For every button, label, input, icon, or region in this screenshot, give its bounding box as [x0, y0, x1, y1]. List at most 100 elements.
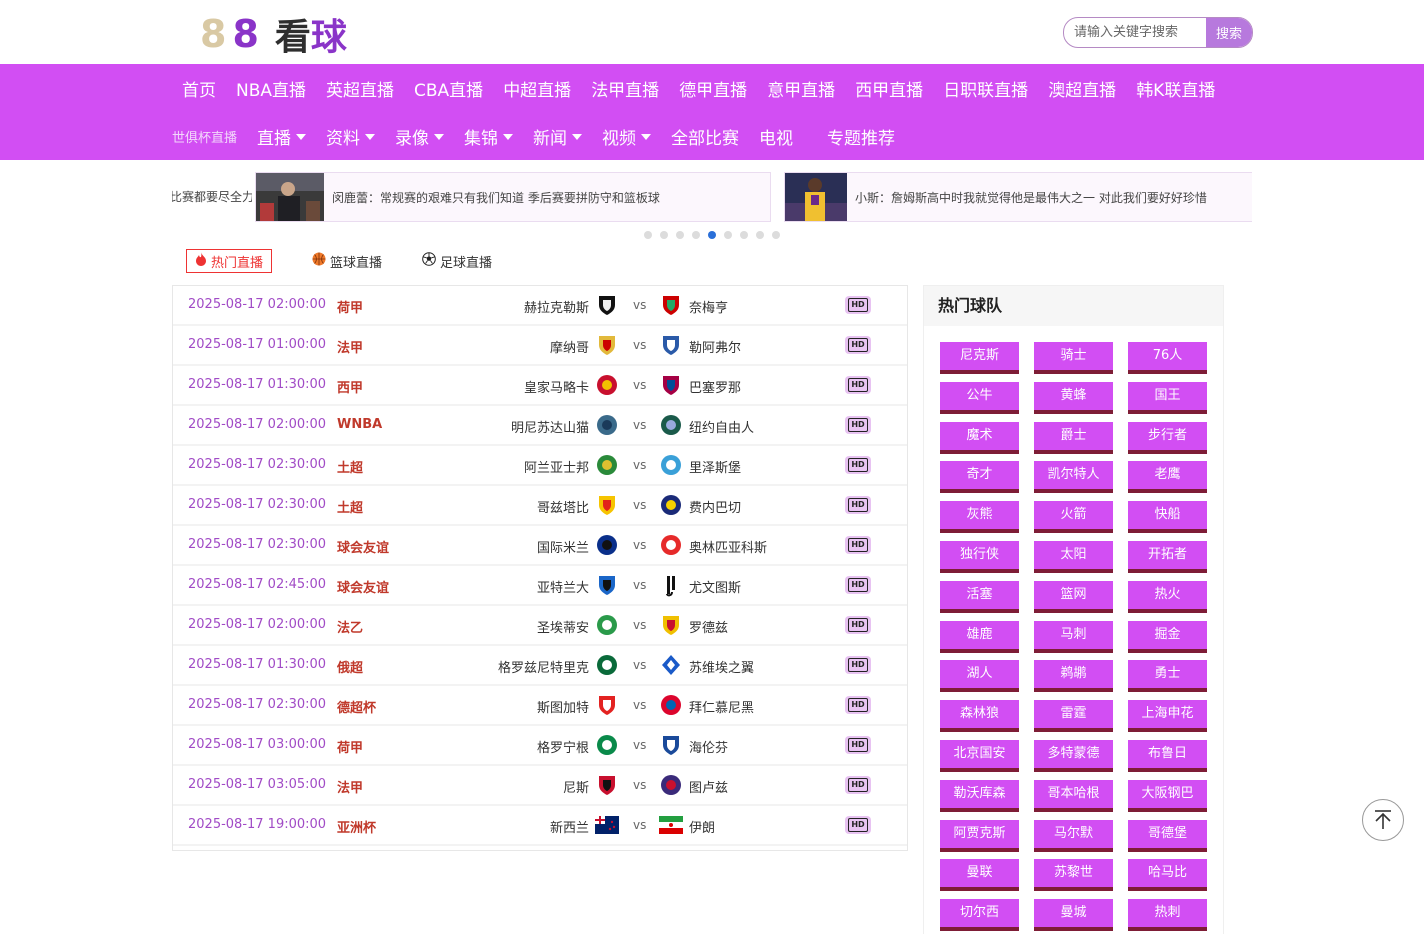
team-button[interactable]: 快船: [1128, 501, 1207, 534]
home-team-name[interactable]: 赫拉克勒斯: [524, 297, 589, 316]
away-team-name[interactable]: 里泽斯堡: [689, 457, 741, 476]
away-team-name[interactable]: 尤文图斯: [689, 577, 741, 596]
team-button[interactable]: 北京国安: [940, 740, 1019, 772]
home-team-name[interactable]: 阿兰亚士邦: [524, 457, 589, 476]
carousel-dot[interactable]: [644, 231, 652, 239]
hd-stream-button[interactable]: HD: [845, 336, 871, 354]
nav-item[interactable]: 中超直播: [493, 76, 581, 101]
team-button[interactable]: 马尔默: [1034, 819, 1113, 852]
team-button[interactable]: 切尔西: [940, 899, 1019, 932]
team-button[interactable]: 哈马比: [1128, 859, 1207, 892]
back-to-top-button[interactable]: [1362, 799, 1404, 841]
team-button[interactable]: 热火: [1128, 580, 1207, 613]
match-league[interactable]: 球会友谊: [337, 577, 389, 596]
hd-stream-button[interactable]: HD: [845, 576, 871, 594]
team-button[interactable]: 勇士: [1128, 660, 1207, 693]
nav-item[interactable]: 专题推荐: [817, 124, 905, 149]
site-logo[interactable]: 8 8 看 球: [200, 10, 347, 58]
team-button[interactable]: 76人: [1128, 342, 1207, 374]
away-team-name[interactable]: 罗德兹: [689, 617, 728, 636]
team-button[interactable]: 老鹰: [1128, 461, 1207, 494]
hd-stream-button[interactable]: HD: [845, 536, 871, 554]
nav-item[interactable]: CBA直播: [404, 76, 493, 101]
nav-item[interactable]: 西甲直播: [845, 76, 933, 101]
nav-item[interactable]: 资料: [316, 124, 385, 149]
nav-item[interactable]: 全部比赛: [661, 124, 749, 149]
match-row[interactable]: 2025-08-17 02:30:00 土超 阿兰亚士邦 vs 里泽斯堡 HD: [173, 446, 907, 486]
match-league[interactable]: WNBA: [337, 417, 382, 432]
nav-item[interactable]: 录像: [385, 124, 454, 149]
home-team-name[interactable]: 尼斯: [563, 777, 589, 796]
news-card[interactable]: 小斯：詹姆斯高中时我就觉得他是最伟大之一 对此我们要好好珍惜: [784, 172, 1252, 222]
team-button[interactable]: 勒沃库森: [940, 779, 1019, 812]
match-league[interactable]: 球会友谊: [337, 537, 389, 556]
team-button[interactable]: 篮网: [1034, 580, 1113, 613]
team-button[interactable]: 鹈鹕: [1034, 660, 1113, 693]
team-button[interactable]: 上海申花: [1128, 700, 1207, 733]
nav-item[interactable]: 直播: [247, 124, 316, 149]
hd-stream-button[interactable]: HD: [845, 816, 871, 834]
hd-stream-button[interactable]: HD: [845, 696, 871, 714]
match-row[interactable]: 2025-08-17 02:00:00 WNBA 明尼苏达山猫 vs 纽约自由人 HD: [173, 406, 907, 446]
team-button[interactable]: 凯尔特人: [1034, 461, 1113, 494]
carousel-dot[interactable]: [740, 231, 748, 239]
carousel-dot[interactable]: [724, 231, 732, 239]
team-button[interactable]: 奇才: [940, 461, 1019, 494]
nav-item[interactable]: 集锦: [454, 124, 523, 149]
nav-item[interactable]: 意甲直播: [757, 76, 845, 101]
team-button[interactable]: 魔术: [940, 421, 1019, 454]
away-team-name[interactable]: 奥林匹亚科斯: [689, 537, 767, 556]
home-team-name[interactable]: 国际米兰: [537, 537, 589, 556]
away-team-name[interactable]: 伊朗: [689, 817, 715, 836]
away-team-name[interactable]: 图卢兹: [689, 777, 728, 796]
team-button[interactable]: 湖人: [940, 660, 1019, 693]
team-button[interactable]: 太阳: [1034, 541, 1113, 573]
nav-item[interactable]: 韩K联直播: [1126, 76, 1225, 101]
hd-stream-button[interactable]: HD: [845, 736, 871, 754]
home-team-name[interactable]: 明尼苏达山猫: [511, 417, 589, 436]
away-team-name[interactable]: 巴塞罗那: [689, 377, 741, 396]
hd-stream-button[interactable]: HD: [845, 416, 871, 434]
team-button[interactable]: 火箭: [1034, 501, 1113, 534]
team-button[interactable]: 骑士: [1034, 342, 1113, 374]
carousel-dot[interactable]: [692, 231, 700, 239]
match-league[interactable]: 法乙: [337, 617, 363, 636]
match-league[interactable]: 荷甲: [337, 737, 363, 756]
away-team-name[interactable]: 费内巴切: [689, 497, 741, 516]
nav-item[interactable]: 首页: [172, 76, 226, 101]
nav-item[interactable]: 英超直播: [316, 76, 404, 101]
team-button[interactable]: 国王: [1128, 381, 1207, 414]
away-team-name[interactable]: 勒阿弗尔: [689, 337, 741, 356]
news-card[interactable]: 闵鹿蕾：常规赛的艰难只有我们知道 季后赛要拼防守和篮板球: [255, 172, 771, 222]
nav-item-club-world-cup[interactable]: 世俱杯直播: [172, 127, 247, 146]
team-button[interactable]: 步行者: [1128, 421, 1207, 454]
hd-stream-button[interactable]: HD: [845, 616, 871, 634]
home-team-name[interactable]: 哥兹塔比: [537, 497, 589, 516]
match-row[interactable]: 2025-08-17 01:30:00 西甲 皇家马略卡 vs 巴塞罗那 HD: [173, 366, 907, 406]
team-button[interactable]: 爵士: [1034, 421, 1113, 454]
home-team-name[interactable]: 皇家马略卡: [524, 377, 589, 396]
home-team-name[interactable]: 圣埃蒂安: [537, 617, 589, 636]
hd-stream-button[interactable]: HD: [845, 296, 871, 314]
home-team-name[interactable]: 摩纳哥: [550, 337, 589, 356]
team-button[interactable]: 阿贾克斯: [940, 819, 1019, 852]
match-row[interactable]: 2025-08-17 01:30:00 俄超 格罗兹尼特里克 vs 苏维埃之翼 HD: [173, 646, 907, 686]
tab-hot-live[interactable]: 热门直播: [186, 249, 273, 273]
team-button[interactable]: 苏黎世: [1034, 859, 1113, 892]
carousel-dot[interactable]: [756, 231, 764, 239]
away-team-name[interactable]: 奈梅亨: [689, 297, 728, 316]
match-row[interactable]: 2025-08-17 02:00:00 法乙 圣埃蒂安 vs 罗德兹 HD: [173, 606, 907, 646]
team-button[interactable]: 大阪钢巴: [1128, 779, 1207, 812]
news-card-partial[interactable]: 比赛都要尽全力: [172, 172, 252, 220]
match-row[interactable]: 2025-08-17 02:30:00 球会友谊 国际米兰 vs 奥林匹亚科斯 HD: [173, 526, 907, 566]
nav-item[interactable]: 新闻: [523, 124, 592, 149]
team-button[interactable]: 独行侠: [940, 541, 1019, 573]
match-row[interactable]: 2025-08-17 02:45:00 球会友谊 亚特兰大 vs 尤文图斯 HD: [173, 566, 907, 606]
team-button[interactable]: 布鲁日: [1128, 740, 1207, 772]
team-button[interactable]: 开拓者: [1128, 541, 1207, 573]
team-button[interactable]: 黄蜂: [1034, 381, 1113, 414]
team-button[interactable]: 活塞: [940, 580, 1019, 613]
nav-item[interactable]: 日职联直播: [933, 76, 1038, 101]
nav-item[interactable]: 德甲直播: [669, 76, 757, 101]
search-button[interactable]: 搜索: [1206, 18, 1252, 47]
